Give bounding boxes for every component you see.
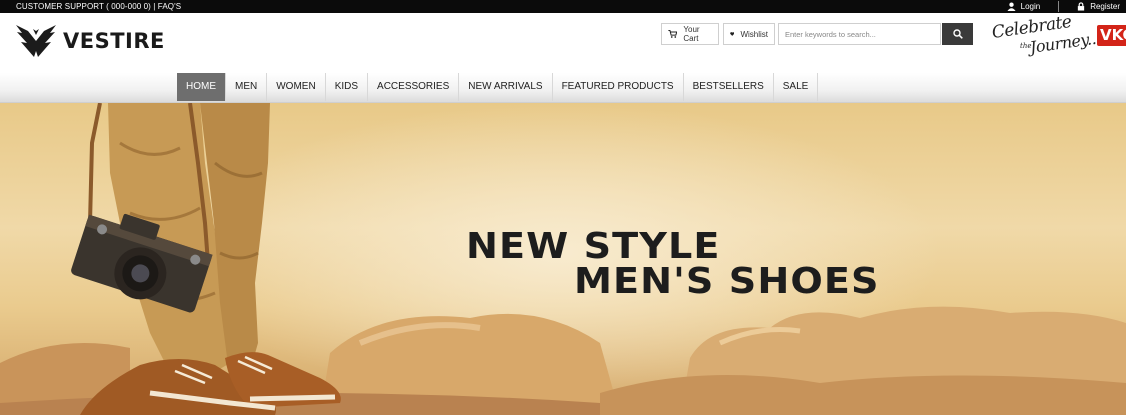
search-input[interactable] (778, 23, 941, 45)
customer-support-info: CUSTOMER SUPPORT ( 000-000 0) | FAQ'S (16, 0, 181, 13)
nav-menu: HOME MEN WOMEN KIDS ACCESSORIES NEW ARRI… (177, 73, 819, 101)
register-label: Register (1090, 2, 1120, 11)
search-button[interactable] (942, 23, 973, 45)
nav-item-men[interactable]: MEN (226, 73, 268, 101)
login-link[interactable]: Login (1001, 0, 1047, 13)
main-navigation: HOME MEN WOMEN KIDS ACCESSORIES NEW ARRI… (0, 73, 1126, 103)
cart-label: Your Cart (683, 25, 700, 43)
logo-text: VESTIRE (63, 29, 165, 53)
register-link[interactable]: Register (1071, 0, 1126, 13)
wishlist-button[interactable]: Wishlist (723, 23, 775, 45)
login-label: Login (1020, 2, 1041, 11)
nav-item-sale[interactable]: SALE (774, 73, 819, 101)
hero-headline-line2: MEN'S SHOES (574, 261, 880, 302)
lock-icon (1078, 2, 1085, 11)
eagle-logo-icon (16, 25, 56, 57)
search-icon (952, 29, 963, 39)
celebrate-journey-logo[interactable]: Celebrate the Journey... (991, 12, 1102, 69)
site-header: VESTIRE Your Cart Wishlist Celebrate the… (0, 12, 1126, 73)
faq-link[interactable]: FAQ'S (158, 2, 181, 11)
cart-icon (668, 29, 678, 38)
wishlist-label: Wishlist (740, 29, 768, 39)
top-bar: CUSTOMER SUPPORT ( 000-000 0) | FAQ'S Lo… (0, 0, 1126, 13)
hero-banner[interactable]: NEW STYLE MEN'S SHOES (0, 103, 1126, 415)
account-links: Login Register (1001, 0, 1126, 13)
nav-item-new-arrivals[interactable]: NEW ARRIVALS (459, 73, 553, 101)
nav-item-kids[interactable]: KIDS (326, 73, 369, 101)
nav-item-women[interactable]: WOMEN (267, 73, 326, 101)
account-divider (1058, 1, 1060, 12)
partner-badge[interactable]: VKC (1097, 25, 1126, 46)
nav-item-home[interactable]: HOME (177, 73, 226, 101)
user-icon (1007, 2, 1016, 11)
nav-item-accessories[interactable]: ACCESSORIES (368, 73, 460, 101)
site-logo[interactable]: VESTIRE (15, 23, 165, 59)
nav-item-bestsellers[interactable]: BESTSELLERS (684, 73, 774, 101)
customer-support-text: CUSTOMER SUPPORT ( 000-000 0) | (16, 2, 156, 11)
cart-button[interactable]: Your Cart (661, 23, 719, 45)
heart-icon (730, 32, 735, 36)
nav-item-featured-products[interactable]: FEATURED PRODUCTS (553, 73, 684, 101)
